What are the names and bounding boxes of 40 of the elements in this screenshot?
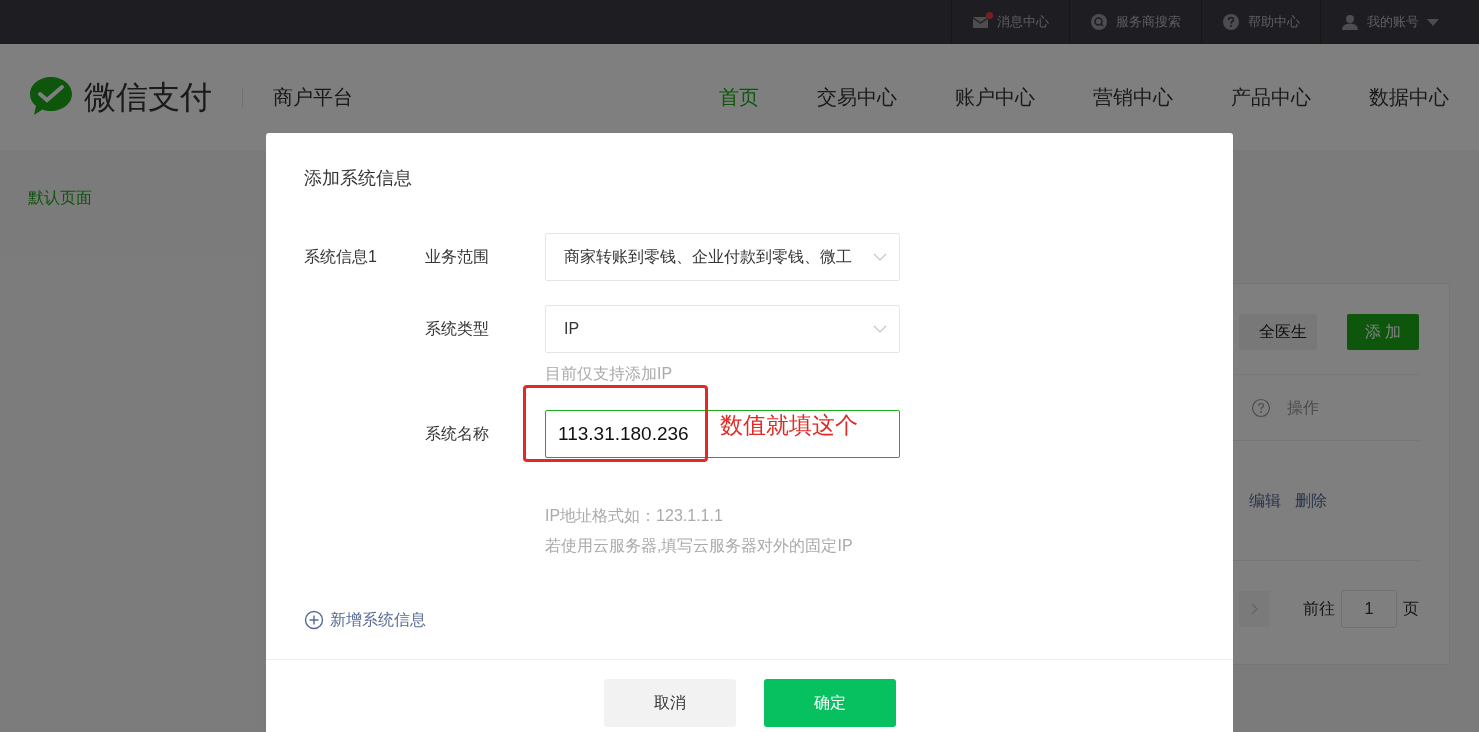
plus-circle-icon — [304, 610, 324, 630]
nav-tab[interactable]: 产品中心 — [1231, 44, 1311, 150]
field-label: 系统类型 — [425, 319, 490, 339]
logo-text: 微信支付 — [84, 78, 212, 117]
next-page-button[interactable] — [1239, 591, 1269, 627]
help-icon — [1251, 397, 1271, 418]
select-field[interactable]: IP — [545, 305, 900, 353]
select-field[interactable]: 商家转账到零钱、企业付款到零钱、微工 — [545, 233, 900, 281]
field-label: 系统名称 — [425, 424, 490, 444]
top-bar-link[interactable]: 服务商搜索 — [1116, 12, 1181, 32]
field-label: 业务范围 — [425, 247, 490, 267]
field-hint: 若使用云服务器,填写云服务器对外的固定IP — [545, 536, 854, 556]
confirm-button[interactable]: 确定 — [763, 679, 896, 727]
dialog-title: 添加系统信息 — [303, 167, 413, 190]
page-input[interactable]: 1 — [1341, 590, 1397, 628]
envelope-icon — [972, 15, 989, 29]
tool-button[interactable]: 全医生 — [1238, 314, 1317, 350]
goto-label: 前往 — [1303, 599, 1335, 619]
group-label: 系统信息1 — [304, 247, 378, 267]
top-bar-link[interactable]: 帮助中心 — [1248, 12, 1300, 32]
field-hint: 目前仅支持添加IP — [545, 364, 674, 384]
cancel-button[interactable]: 取消 — [603, 679, 736, 727]
top-bar-link[interactable]: 消息中心 — [997, 12, 1049, 32]
platform-name: 商户平台 — [273, 85, 353, 110]
search-icon — [1090, 13, 1108, 31]
chevron-right-icon — [1250, 603, 1258, 615]
add-system-link[interactable]: 新增系统信息 — [304, 608, 426, 632]
annotation-text: 数值就填这个 — [720, 411, 858, 440]
caret-down-icon — [1427, 18, 1439, 26]
chevron-down-icon — [873, 325, 887, 333]
nav-tab[interactable]: 数据中心 — [1369, 44, 1449, 150]
field-hint: IP地址格式如：123.1.1.1 — [545, 506, 724, 526]
add-button[interactable]: 添 加 — [1346, 314, 1419, 350]
page-suffix: 页 — [1403, 599, 1419, 619]
chevron-down-icon — [873, 253, 887, 261]
row-action-link[interactable]: 删除 — [1295, 488, 1327, 513]
user-icon — [1341, 13, 1359, 31]
row-action-link[interactable]: 编辑 — [1249, 488, 1281, 513]
help-icon — [1222, 13, 1240, 31]
top-bar-link[interactable]: 我的账号 — [1367, 12, 1419, 32]
